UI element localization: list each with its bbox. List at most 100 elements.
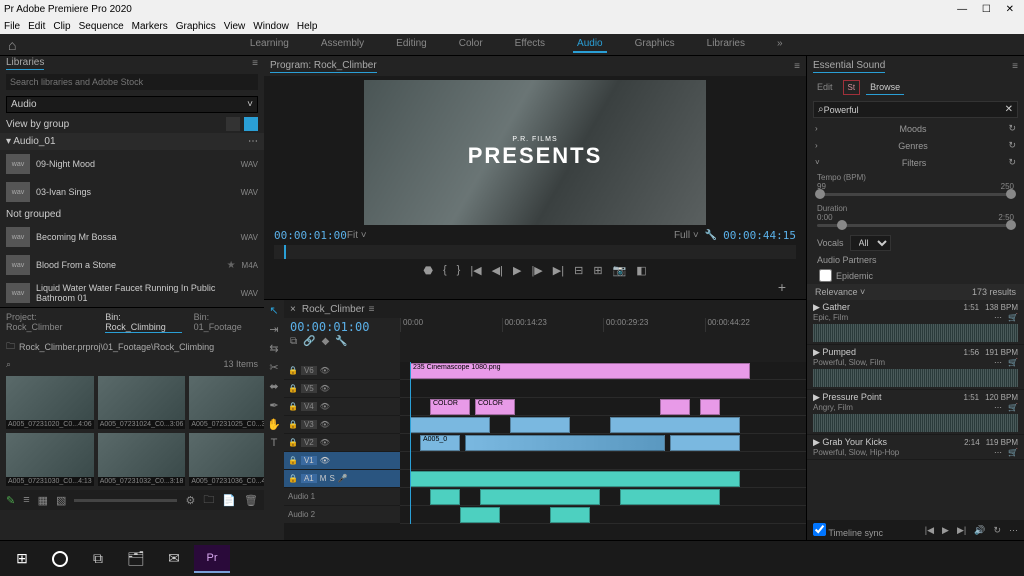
ripple-edit-tool-icon[interactable]: ⇆ (269, 342, 278, 355)
workspace-audio[interactable]: Audio (573, 36, 607, 53)
maximize-button[interactable]: ☐ (982, 4, 991, 15)
es-edit-tab[interactable]: Edit (813, 80, 837, 95)
section-menu-icon[interactable]: ⋯ (248, 136, 258, 147)
razor-tool-icon[interactable]: ✂ (269, 361, 278, 374)
timeline-clip[interactable]: A005_0 (420, 435, 460, 451)
pencil-icon[interactable]: ✎ (6, 494, 15, 507)
reset-icon[interactable]: ↻ (1008, 157, 1016, 168)
cart-icon[interactable]: 🛒 (1008, 313, 1018, 322)
playhead[interactable] (410, 362, 411, 524)
more-icon[interactable]: ⋯ (1009, 525, 1018, 536)
loop-icon[interactable]: ↻ (993, 525, 1001, 536)
timeline-audio-clip[interactable] (430, 489, 460, 505)
project-clip[interactable]: A005_07231032_C0...3:18 (98, 433, 186, 486)
timeline-clip[interactable]: 235 Cinemascope 1080.png (410, 363, 750, 379)
panel-menu-icon[interactable]: ≡ (794, 61, 800, 72)
button-editor-icon[interactable]: + (778, 279, 786, 295)
epidemic-checkbox[interactable] (819, 269, 832, 282)
sound-result[interactable]: ▶ Gather 1:51138 BPM Epic, Film ⋯🛒 (807, 300, 1024, 345)
sound-result[interactable]: ▶ Pumped 1:56191 BPM Powerful, Slow, Fil… (807, 345, 1024, 390)
project-clip[interactable]: A005_07231024_C0...3:06 (98, 376, 186, 429)
timeline-clip[interactable] (510, 417, 570, 433)
lift-icon[interactable]: ⊟ (574, 264, 583, 277)
timeline-clip[interactable]: COLOR (475, 399, 515, 415)
list-view-icon[interactable] (244, 117, 258, 131)
bin-tab-rock-climbing[interactable]: Bin: Rock_Climbing (105, 312, 181, 333)
track-header-v2[interactable]: 🔒V2👁 (284, 434, 400, 452)
export-frame-icon[interactable]: 📷 (613, 264, 627, 277)
next-track-icon[interactable]: ▶| (957, 525, 966, 536)
track-header-audio2[interactable]: Audio 2 (284, 506, 400, 524)
sound-result[interactable]: ▶ Pressure Point 1:51120 BPM Angry, Film… (807, 390, 1024, 435)
vocals-dropdown[interactable]: All (850, 235, 891, 251)
close-button[interactable]: ✕ (1006, 4, 1014, 15)
snap-icon[interactable]: ⧉ (290, 336, 297, 347)
panel-menu-icon[interactable]: ≡ (1012, 61, 1018, 72)
clear-search-icon[interactable]: ✕ (1005, 104, 1013, 115)
resolution-dropdown[interactable]: Full (674, 230, 690, 241)
menu-graphics[interactable]: Graphics (176, 21, 216, 32)
library-item[interactable]: wav Becoming Mr Bossa WAV (0, 223, 264, 251)
menu-sequence[interactable]: Sequence (79, 21, 124, 32)
waveform[interactable] (813, 369, 1018, 387)
project-clip[interactable]: A005_07231020_C0...4:06 (6, 376, 94, 429)
new-item-icon[interactable]: 📄 (222, 494, 236, 507)
program-scrub-bar[interactable] (274, 245, 796, 259)
track-select-tool-icon[interactable]: ⇥ (269, 323, 278, 336)
linked-selection-icon[interactable]: 🔗 (303, 336, 315, 347)
program-tab[interactable]: Program: Rock_Climber (270, 60, 377, 73)
mark-out-icon[interactable]: } (457, 264, 461, 277)
home-icon[interactable]: ⌂ (8, 37, 16, 53)
project-clip[interactable]: A005_07231036_C0...4:13 (189, 433, 264, 486)
grid-view-icon[interactable] (226, 117, 240, 131)
star-icon[interactable]: ★ (227, 260, 236, 271)
filters-section[interactable]: ˅Filters↻ (807, 154, 1024, 171)
go-to-out-icon[interactable]: ▶| (553, 264, 564, 277)
timeline-clip[interactable] (670, 435, 740, 451)
genres-filter[interactable]: ›Genres↻ (807, 137, 1024, 154)
hand-tool-icon[interactable]: ✋ (267, 418, 281, 431)
premiere-icon[interactable]: Pr (194, 545, 230, 573)
search-icon[interactable]: ⌕ (6, 359, 11, 370)
menu-file[interactable]: File (4, 21, 20, 32)
list-view-icon[interactable]: ≡ (23, 494, 29, 506)
workspace-editing[interactable]: Editing (392, 36, 431, 53)
workspace-libraries[interactable]: Libraries (703, 36, 749, 53)
libraries-search-input[interactable] (6, 74, 258, 90)
mark-in-icon[interactable]: { (443, 264, 447, 277)
es-browse-tab[interactable]: Browse (866, 80, 904, 95)
reset-icon[interactable]: ↻ (1008, 140, 1016, 151)
waveform[interactable] (813, 414, 1018, 432)
timeline-clip[interactable] (465, 435, 665, 451)
sort-dropdown[interactable]: Relevance (815, 287, 858, 297)
panel-menu-icon[interactable]: ≡ (252, 58, 258, 69)
track-header-audio1[interactable]: Audio 1 (284, 488, 400, 506)
pen-tool-icon[interactable]: ✒ (269, 399, 278, 412)
play-icon[interactable]: ▶ (513, 264, 521, 277)
waveform[interactable] (813, 324, 1018, 342)
timeline-audio-clip[interactable] (460, 507, 500, 523)
zoom-slider[interactable] (74, 499, 177, 502)
wrench-icon[interactable]: 🔧 (705, 230, 717, 241)
freeform-view-icon[interactable]: ▧ (56, 494, 66, 507)
workspace-learning[interactable]: Learning (246, 36, 293, 53)
moods-filter[interactable]: ›Moods↻ (807, 120, 1024, 137)
track-header-v5[interactable]: 🔒V5👁 (284, 380, 400, 398)
extract-icon[interactable]: ⊞ (593, 264, 602, 277)
more-icon[interactable]: ⋯ (994, 313, 1002, 322)
zoom-fit-dropdown[interactable]: Fit (347, 230, 358, 241)
mail-icon[interactable]: ✉ (156, 545, 192, 573)
prev-track-icon[interactable]: |◀ (925, 525, 934, 536)
tempo-slider[interactable] (817, 193, 1014, 196)
workspace-effects[interactable]: Effects (511, 36, 549, 53)
workspace-assembly[interactable]: Assembly (317, 36, 368, 53)
more-icon[interactable]: ⋯ (994, 358, 1002, 367)
timeline-sync-checkbox[interactable] (813, 523, 826, 536)
step-back-icon[interactable]: ◀| (492, 264, 503, 277)
more-icon[interactable]: ⋯ (994, 448, 1002, 457)
type-tool-icon[interactable]: T (271, 437, 278, 449)
libraries-view-label[interactable]: View by group (6, 119, 69, 130)
timeline-audio-clip[interactable] (410, 471, 740, 487)
library-item[interactable]: wav Liquid Water Water Faucet Running In… (0, 279, 264, 307)
timeline-audio-clip[interactable] (620, 489, 720, 505)
